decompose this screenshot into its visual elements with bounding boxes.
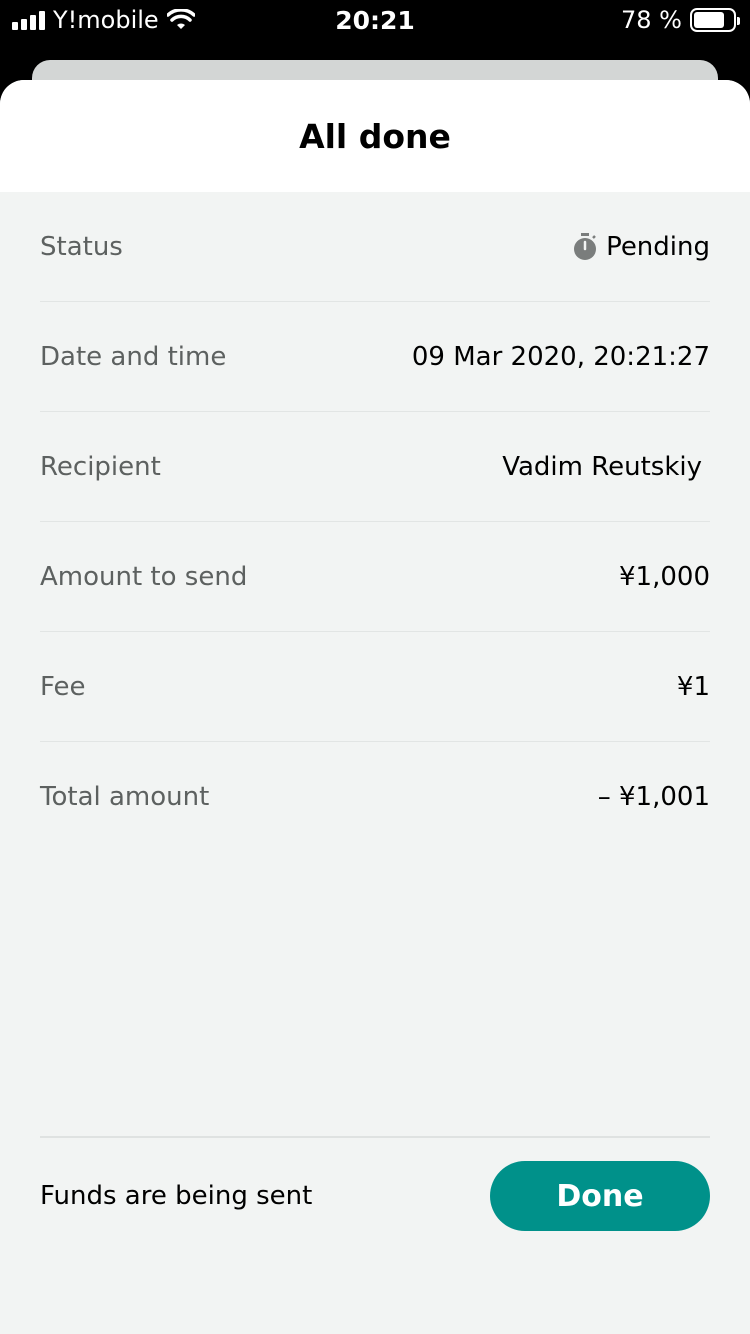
- fee-label: Fee: [40, 671, 86, 702]
- total-label: Total amount: [40, 782, 210, 812]
- footer-bar: Funds are being sent Done: [40, 1136, 710, 1254]
- date-value: 09 Mar 2020, 20:21:27: [411, 341, 710, 372]
- battery-fill: [694, 12, 724, 28]
- date-label: Date and time: [40, 341, 227, 372]
- funds-status-message: Funds are being sent: [40, 1181, 313, 1211]
- details-list: Status Pending Date and time 09 Mar 2020…: [0, 192, 750, 852]
- status-label: Status: [40, 231, 123, 262]
- recipient-value: Vadim Reutskiy: [502, 451, 702, 482]
- total-value: – ¥1,001: [597, 782, 710, 812]
- status-bar: Y!mobile 20:21 78 %: [0, 0, 750, 44]
- status-value-group: Pending: [572, 232, 710, 262]
- timer-icon: [574, 232, 597, 260]
- detail-row-date: Date and time 09 Mar 2020, 20:21:27: [40, 302, 710, 412]
- sheet-title: All done: [299, 116, 451, 156]
- amount-label: Amount to send: [40, 561, 248, 592]
- battery-icon: [690, 8, 740, 32]
- recipient-label: Recipient: [40, 451, 161, 482]
- status-bar-right: 78 %: [621, 6, 740, 34]
- done-button[interactable]: Done: [490, 1161, 710, 1231]
- status-value: Pending: [606, 231, 710, 262]
- fee-value: ¥1: [676, 671, 710, 702]
- detail-row-total: Total amount – ¥1,001: [40, 742, 710, 852]
- detail-row-fee: Fee ¥1: [40, 632, 710, 742]
- sheet-header: All done: [0, 80, 750, 192]
- detail-row-status: Status Pending: [40, 192, 710, 302]
- amount-value: ¥1,000: [619, 561, 710, 592]
- detail-row-amount: Amount to send ¥1,000: [40, 522, 710, 632]
- battery-percent: 78 %: [621, 6, 682, 34]
- detail-row-recipient: Recipient Vadim Reutskiy: [40, 412, 710, 522]
